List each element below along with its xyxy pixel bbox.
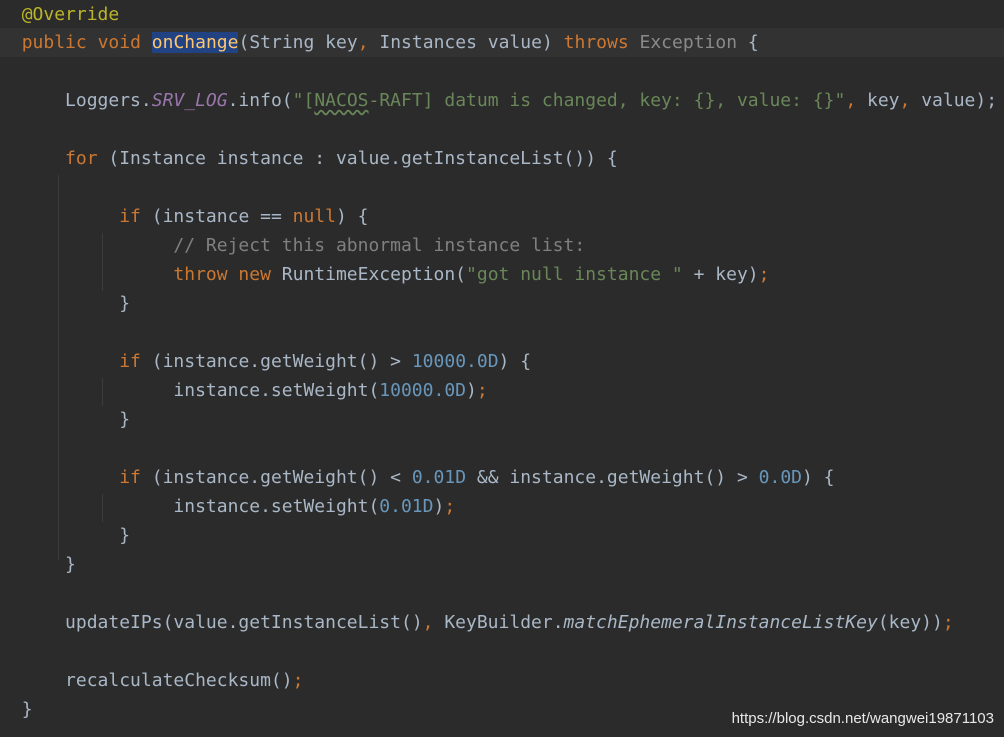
spellcheck-word: NACOS [314, 90, 369, 111]
condition: && instance.getWeight() > [466, 467, 759, 488]
semicolon: ; [292, 670, 304, 691]
exception-type: Exception [628, 32, 738, 53]
comma: , [845, 90, 857, 111]
comma: , [422, 612, 434, 633]
code-line-if-weight-max[interactable]: if (instance.getWeight() > 10000.0D) { [0, 347, 1004, 376]
keyword-throws: throws [563, 32, 629, 53]
number-literal: 0.01D [411, 467, 467, 488]
condition: (instance.getWeight() < [140, 467, 412, 488]
code-line-recalc[interactable]: recalculateChecksum(); [0, 666, 1004, 695]
class-ref: KeyBuilder. [433, 612, 564, 633]
code-line-brace[interactable]: } [0, 289, 1004, 318]
code-line-log[interactable]: Loggers.SRV_LOG.info("[NACOS-RAFT] datum… [0, 86, 1004, 115]
comma: , [357, 32, 369, 53]
number-literal: 10000.0D [379, 380, 466, 401]
keyword-if: if [119, 206, 141, 227]
number-literal: 10000.0D [411, 351, 499, 372]
code-line-brace[interactable]: } [0, 405, 1004, 434]
param-type: Instances [368, 32, 477, 53]
number-literal: 0.01D [379, 496, 434, 517]
keyword-throw: throw [173, 264, 228, 285]
semicolon: ; [444, 496, 456, 517]
method-call: instance.setWeight( [173, 380, 380, 401]
paren: ) [541, 32, 564, 53]
keyword-null: null [292, 206, 336, 227]
expression: + key) [682, 264, 759, 285]
keyword-if: if [119, 467, 141, 488]
string-literal: -RAFT] datum is changed, key: {}, value:… [368, 90, 846, 111]
paren: (key)) [877, 612, 943, 633]
number-literal: 0.0D [758, 467, 802, 488]
param-name: key [314, 32, 358, 53]
code-line-comment[interactable]: // Reject this abnormal instance list: [0, 231, 1004, 260]
keyword-if: if [119, 351, 141, 372]
argument: key [856, 90, 900, 111]
method-call: updateIPs(value.getInstanceList() [65, 612, 423, 633]
argument: value [910, 90, 976, 111]
closing-brace: } [119, 293, 131, 314]
for-header: (Instance instance : value.getInstanceLi… [97, 148, 618, 169]
keyword-new: new [227, 264, 271, 285]
selected-method-name[interactable]: onChange [151, 32, 239, 53]
param-name: value [476, 32, 542, 53]
code-line-annotation[interactable]: @Override [0, 0, 1004, 29]
code-line-for[interactable]: for (Instance instance : value.getInstan… [0, 144, 1004, 173]
semicolon: ; [942, 612, 954, 633]
closing-brace: } [21, 699, 33, 720]
closing-brace: } [119, 409, 131, 430]
code-editor[interactable]: @Override public void onChange(String ke… [0, 0, 1004, 737]
keyword-for: for [65, 148, 98, 169]
condition-close: ) { [802, 467, 835, 488]
string-literal: "[ [292, 90, 315, 111]
string-literal: "got null instance " [466, 264, 683, 285]
semicolon: ; [476, 380, 488, 401]
paren: ) [433, 496, 445, 517]
logger-class: Loggers. [65, 90, 152, 111]
code-line-update[interactable]: updateIPs(value.getInstanceList(), KeyBu… [0, 608, 1004, 637]
code-line-throw[interactable]: throw new RuntimeException("got null ins… [0, 260, 1004, 289]
watermark-text: https://blog.csdn.net/wangwei19871103 [731, 710, 994, 727]
static-field: SRV_LOG [151, 90, 228, 111]
brace: { [737, 32, 759, 53]
method-call: .info( [227, 90, 293, 111]
static-method: matchEphemeralInstanceListKey [563, 612, 878, 633]
method-call: recalculateChecksum() [65, 670, 293, 691]
code-line-brace[interactable]: } [0, 521, 1004, 550]
condition: (instance == [140, 206, 293, 227]
keyword-public: public [21, 32, 87, 53]
code-line-signature[interactable]: public void onChange(String key, Instanc… [0, 28, 1004, 57]
code-line-set-weight-min[interactable]: instance.setWeight(0.01D); [0, 492, 1004, 521]
override-annotation: @Override [21, 4, 120, 25]
exception-constructor: RuntimeException( [270, 264, 467, 285]
closing-brace: } [65, 554, 76, 575]
condition-close: ) { [498, 351, 532, 372]
comma: , [899, 90, 911, 111]
method-call: instance.setWeight( [173, 496, 380, 517]
code-comment: // Reject this abnormal instance list: [173, 235, 586, 256]
code-line-if-weight-min[interactable]: if (instance.getWeight() < 0.01D && inst… [0, 463, 1004, 492]
param-type: String [249, 32, 315, 53]
code-line-brace[interactable]: } [0, 550, 1004, 579]
semicolon: ; [758, 264, 770, 285]
condition: (instance.getWeight() > [140, 351, 412, 372]
paren: ) [466, 380, 477, 401]
code-line-set-weight-max[interactable]: instance.setWeight(10000.0D); [0, 376, 1004, 405]
keyword-void: void [97, 32, 141, 53]
paren: ( [238, 32, 250, 53]
code-line-if-null[interactable]: if (instance == null) { [0, 202, 1004, 231]
statement-end: ); [975, 90, 998, 111]
condition-close: ) { [335, 206, 369, 227]
closing-brace: } [119, 525, 131, 546]
